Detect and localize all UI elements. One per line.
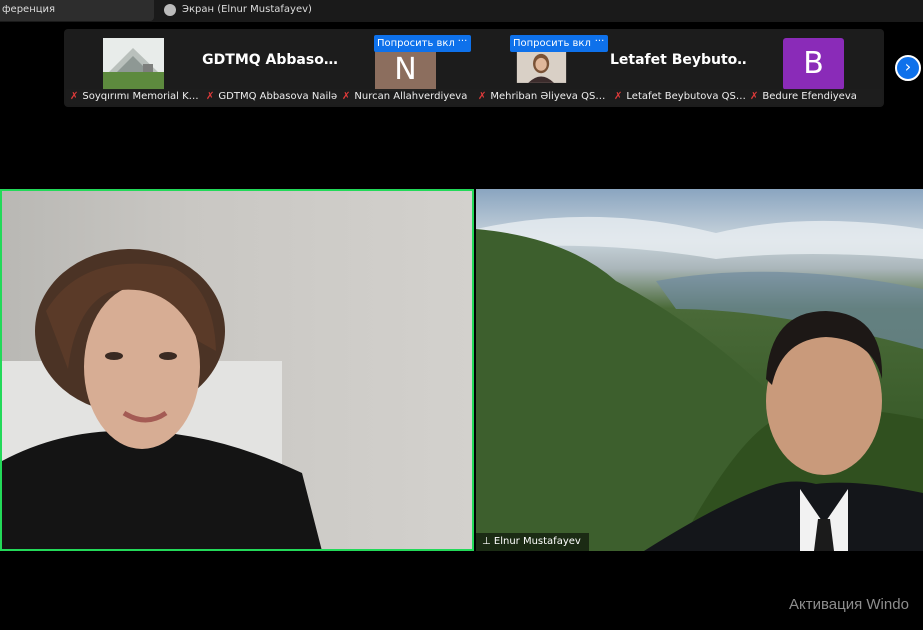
avatar: N: [375, 49, 436, 91]
avatar: B: [783, 38, 844, 90]
participant-caption: ✗ Mehriban Əliyeva QS…: [474, 89, 610, 105]
participant-caption: ✗ Bedure Efendiyeva: [746, 89, 882, 105]
memorial-photo: [103, 38, 164, 90]
ask-to-unmute-button[interactable]: Попросить вкл: [510, 35, 594, 52]
participant-video: [476, 216, 923, 551]
ask-to-unmute-button[interactable]: Попросить вкл: [374, 35, 458, 52]
speaker-video: [2, 249, 322, 549]
pin-icon: ⊥: [482, 536, 494, 547]
user-avatar-icon: [164, 4, 176, 16]
window-tab-bar: ференция Экран (Elnur Mustafayev): [0, 0, 923, 22]
participant-video-thumb: [516, 49, 567, 83]
mic-muted-icon: ✗: [614, 91, 623, 102]
next-page-button[interactable]: ›: [895, 55, 921, 81]
participant-name-tag: ⊥ Elnur Mustafayev: [476, 533, 589, 551]
mic-muted-icon: ✗: [206, 91, 215, 102]
tab-conference[interactable]: ференция: [0, 0, 154, 21]
participant-tile-bedure[interactable]: B ✗ Bedure Efendiyeva: [746, 29, 882, 107]
tab-shared-screen[interactable]: Экран (Elnur Mustafayev): [160, 0, 312, 21]
participant-name-large: GDTMQ Abbaso…: [202, 52, 338, 68]
video-tile-elnur[interactable]: ⊥ Elnur Mustafayev: [476, 189, 923, 551]
more-options-button[interactable]: ···: [591, 35, 608, 52]
mic-muted-icon: ✗: [70, 91, 79, 102]
windows-activation-watermark: Активация Windo: [789, 596, 909, 613]
mic-muted-icon: ✗: [342, 91, 351, 102]
participant-caption: ✗ Nurcan Allahverdiyeva: [338, 89, 474, 105]
participant-tile-abbasova[interactable]: GDTMQ Abbaso… ✗ GDTMQ Abbasova Nailə: [202, 29, 338, 107]
participant-caption: ✗ Letafet Beybutova QS…: [610, 89, 746, 105]
participant-caption: ✗ GDTMQ Abbasova Nailə: [202, 89, 338, 105]
video-tile-active-speaker[interactable]: [0, 189, 474, 551]
tab-screen-label: Экран (Elnur Mustafayev): [182, 4, 312, 15]
participant-caption: ✗ Soyqırımı Memorial K…: [66, 89, 202, 105]
participant-strip: ✗ Soyqırımı Memorial K… GDTMQ Abbaso… ✗ GD…: [64, 29, 884, 107]
mic-muted-icon: ✗: [750, 91, 759, 102]
participant-name-large: Letafet Beybuto…: [610, 52, 746, 68]
participant-tile-letafet[interactable]: Letafet Beybuto… ✗ Letafet Beybutova QS…: [610, 29, 746, 107]
more-options-button[interactable]: ···: [454, 35, 471, 52]
mic-muted-icon: ✗: [478, 91, 487, 102]
participant-tile-memorial[interactable]: ✗ Soyqırımı Memorial K…: [66, 29, 202, 107]
